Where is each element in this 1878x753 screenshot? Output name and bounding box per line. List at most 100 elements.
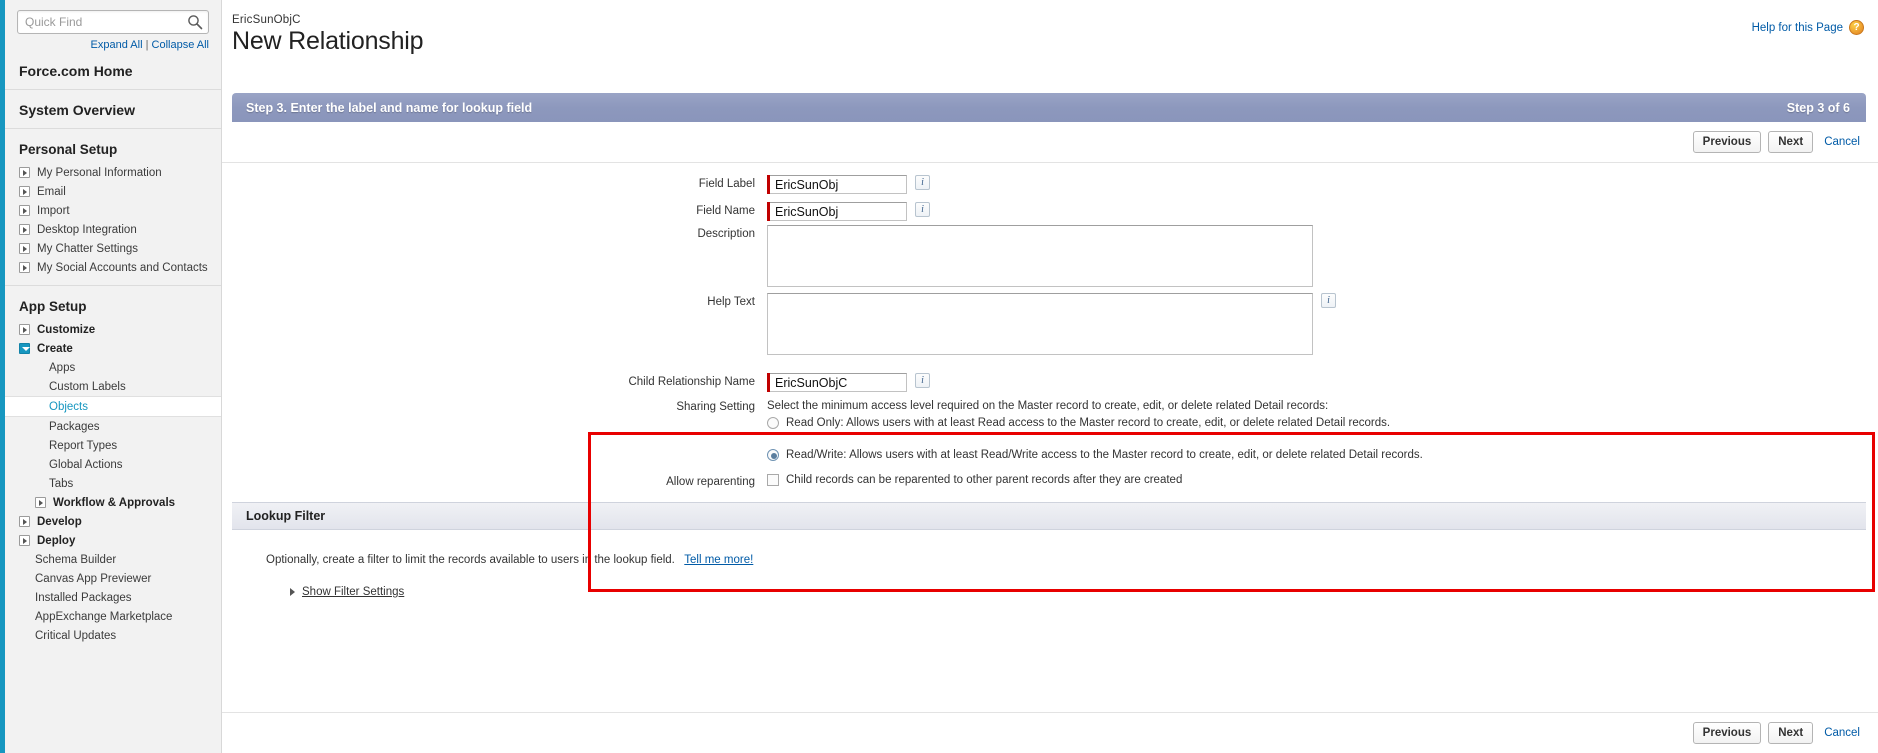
required-marker <box>767 373 770 392</box>
info-icon[interactable]: i <box>915 175 930 190</box>
sidebar-item-label: Canvas App Previewer <box>35 572 152 585</box>
info-icon[interactable]: i <box>915 373 930 388</box>
radio-read-only[interactable] <box>767 417 779 429</box>
chevron-right-icon[interactable] <box>19 535 30 546</box>
field-name-input[interactable] <box>767 202 907 221</box>
sidebar-item-label: Develop <box>37 515 82 528</box>
show-filter-settings-row[interactable]: Show Filter Settings <box>266 586 1878 598</box>
radio-read-write[interactable] <box>767 449 779 461</box>
sharing-setting-label: Sharing Setting <box>676 401 755 413</box>
checkbox-allow-reparenting[interactable] <box>767 474 779 486</box>
sidebar-item-label: Email <box>37 185 66 198</box>
next-button[interactable]: Next <box>1768 131 1814 153</box>
child-relationship-name-label: Child Relationship Name <box>628 376 755 388</box>
chevron-right-icon[interactable] <box>19 186 30 197</box>
sidebar-item-create[interactable]: Create <box>5 339 221 358</box>
sidebar-item-deploy[interactable]: Deploy <box>5 531 221 550</box>
toolbar-bottom-wrap: Previous Next Cancel <box>222 712 1878 753</box>
field-name-input-wrap <box>767 202 907 221</box>
child-relationship-input-wrap <box>767 373 907 392</box>
search-icon[interactable] <box>187 14 203 30</box>
allow-reparenting-label: Allow reparenting <box>666 476 755 488</box>
sharing-option-read-only[interactable]: Read Only: Allows users with at least Re… <box>767 416 1423 431</box>
sharing-option-label: Read Only: Allows users with at least Re… <box>786 417 1391 429</box>
required-marker <box>767 175 770 194</box>
sidebar-item-label: Customize <box>37 323 96 336</box>
sidebar-item-packages[interactable]: Packages <box>5 417 221 436</box>
required-marker <box>767 202 770 221</box>
search-input[interactable] <box>18 11 208 33</box>
chevron-right-icon[interactable] <box>19 324 30 335</box>
main-content: EricSunObjC New Relationship Help for th… <box>222 0 1878 753</box>
expand-collapse-separator: | <box>145 39 149 51</box>
sidebar-item-global-actions[interactable]: Global Actions <box>5 455 221 474</box>
sidebar-item-my-personal-information[interactable]: My Personal Information <box>5 163 221 182</box>
sidebar-item-label: My Social Accounts and Contacts <box>37 261 208 274</box>
help-question-icon: ? <box>1849 20 1864 35</box>
sidebar-item-desktop-integration[interactable]: Desktop Integration <box>5 220 221 239</box>
triangle-right-icon <box>290 588 295 596</box>
sidebar-item-appexchange-marketplace[interactable]: AppExchange Marketplace <box>5 607 221 626</box>
info-icon[interactable]: i <box>1321 293 1336 308</box>
help-link-label: Help for this Page <box>1751 21 1843 34</box>
sidebar: Expand All | Collapse All Force.com Home… <box>0 0 222 753</box>
chevron-right-icon[interactable] <box>19 224 30 235</box>
child-relationship-name-input[interactable] <box>767 373 907 392</box>
sidebar-item-objects[interactable]: Objects <box>5 396 221 417</box>
sidebar-item-installed-packages[interactable]: Installed Packages <box>5 588 221 607</box>
sidebar-item-system-overview[interactable]: System Overview <box>5 90 221 129</box>
cancel-link[interactable]: Cancel <box>1820 136 1864 148</box>
sidebar-item-my-social-accounts[interactable]: My Social Accounts and Contacts <box>5 258 221 277</box>
previous-button-bottom[interactable]: Previous <box>1692 722 1762 744</box>
sidebar-item-critical-updates[interactable]: Critical Updates <box>5 626 221 645</box>
sidebar-item-apps[interactable]: Apps <box>5 358 221 377</box>
show-filter-settings-link[interactable]: Show Filter Settings <box>302 586 404 598</box>
chevron-right-icon[interactable] <box>19 262 30 273</box>
sidebar-item-force-home[interactable]: Force.com Home <box>5 51 221 90</box>
sidebar-item-email[interactable]: Email <box>5 182 221 201</box>
sidebar-item-label: Tabs <box>49 477 74 490</box>
previous-button[interactable]: Previous <box>1692 131 1762 153</box>
sidebar-item-custom-labels[interactable]: Custom Labels <box>5 377 221 396</box>
sidebar-item-develop[interactable]: Develop <box>5 512 221 531</box>
chevron-right-icon[interactable] <box>35 497 46 508</box>
sharing-option-read-write[interactable]: Read/Write: Allows users with at least R… <box>767 448 1423 463</box>
sidebar-item-schema-builder[interactable]: Schema Builder <box>5 550 221 569</box>
sidebar-item-label: Deploy <box>37 534 76 547</box>
cancel-link-bottom[interactable]: Cancel <box>1820 727 1864 739</box>
collapse-all-link[interactable]: Collapse All <box>152 39 209 51</box>
sidebar-item-label: Global Actions <box>49 458 123 471</box>
info-icon[interactable]: i <box>915 202 930 217</box>
sidebar-item-label: Custom Labels <box>49 380 126 393</box>
sidebar-item-customize[interactable]: Customize <box>5 320 221 339</box>
chevron-right-icon[interactable] <box>19 243 30 254</box>
chevron-right-icon[interactable] <box>19 167 30 178</box>
sharing-option-label: Read/Write: Allows users with at least R… <box>786 449 1423 461</box>
field-label-row: Field Label i <box>222 175 1878 194</box>
next-button-bottom[interactable]: Next <box>1768 722 1814 744</box>
help-for-this-page-link[interactable]: Help for this Page ? <box>1752 20 1864 35</box>
chevron-right-icon[interactable] <box>19 516 30 527</box>
sidebar-item-canvas-app-previewer[interactable]: Canvas App Previewer <box>5 569 221 588</box>
sidebar-item-report-types[interactable]: Report Types <box>5 436 221 455</box>
field-label-input[interactable] <box>767 175 907 194</box>
sidebar-item-my-chatter-settings[interactable]: My Chatter Settings <box>5 239 221 258</box>
chevron-down-icon[interactable] <box>19 343 30 354</box>
description-textarea[interactable] <box>767 225 1313 287</box>
sidebar-item-import[interactable]: Import <box>5 201 221 220</box>
help-text-textarea[interactable] <box>767 293 1313 355</box>
quick-find-box[interactable] <box>17 10 209 34</box>
field-label-label: Field Label <box>698 178 755 190</box>
relationship-form: Field Label i Field Name i <box>222 163 1878 488</box>
page-title: New Relationship <box>232 27 424 55</box>
expand-all-link[interactable]: Expand All <box>91 39 143 51</box>
sidebar-item-label: Packages <box>49 420 100 433</box>
chevron-right-icon[interactable] <box>19 205 30 216</box>
sidebar-item-workflow-approvals[interactable]: Workflow & Approvals <box>5 493 221 512</box>
allow-reparenting-control[interactable]: Child records can be reparented to other… <box>767 473 1182 488</box>
step-counter: Step 3 of 6 <box>1786 100 1850 115</box>
tell-me-more-link[interactable]: Tell me more! <box>684 554 753 566</box>
sidebar-item-label: Report Types <box>49 439 118 452</box>
sidebar-item-tabs[interactable]: Tabs <box>5 474 221 493</box>
sidebar-item-label: My Personal Information <box>37 166 162 179</box>
